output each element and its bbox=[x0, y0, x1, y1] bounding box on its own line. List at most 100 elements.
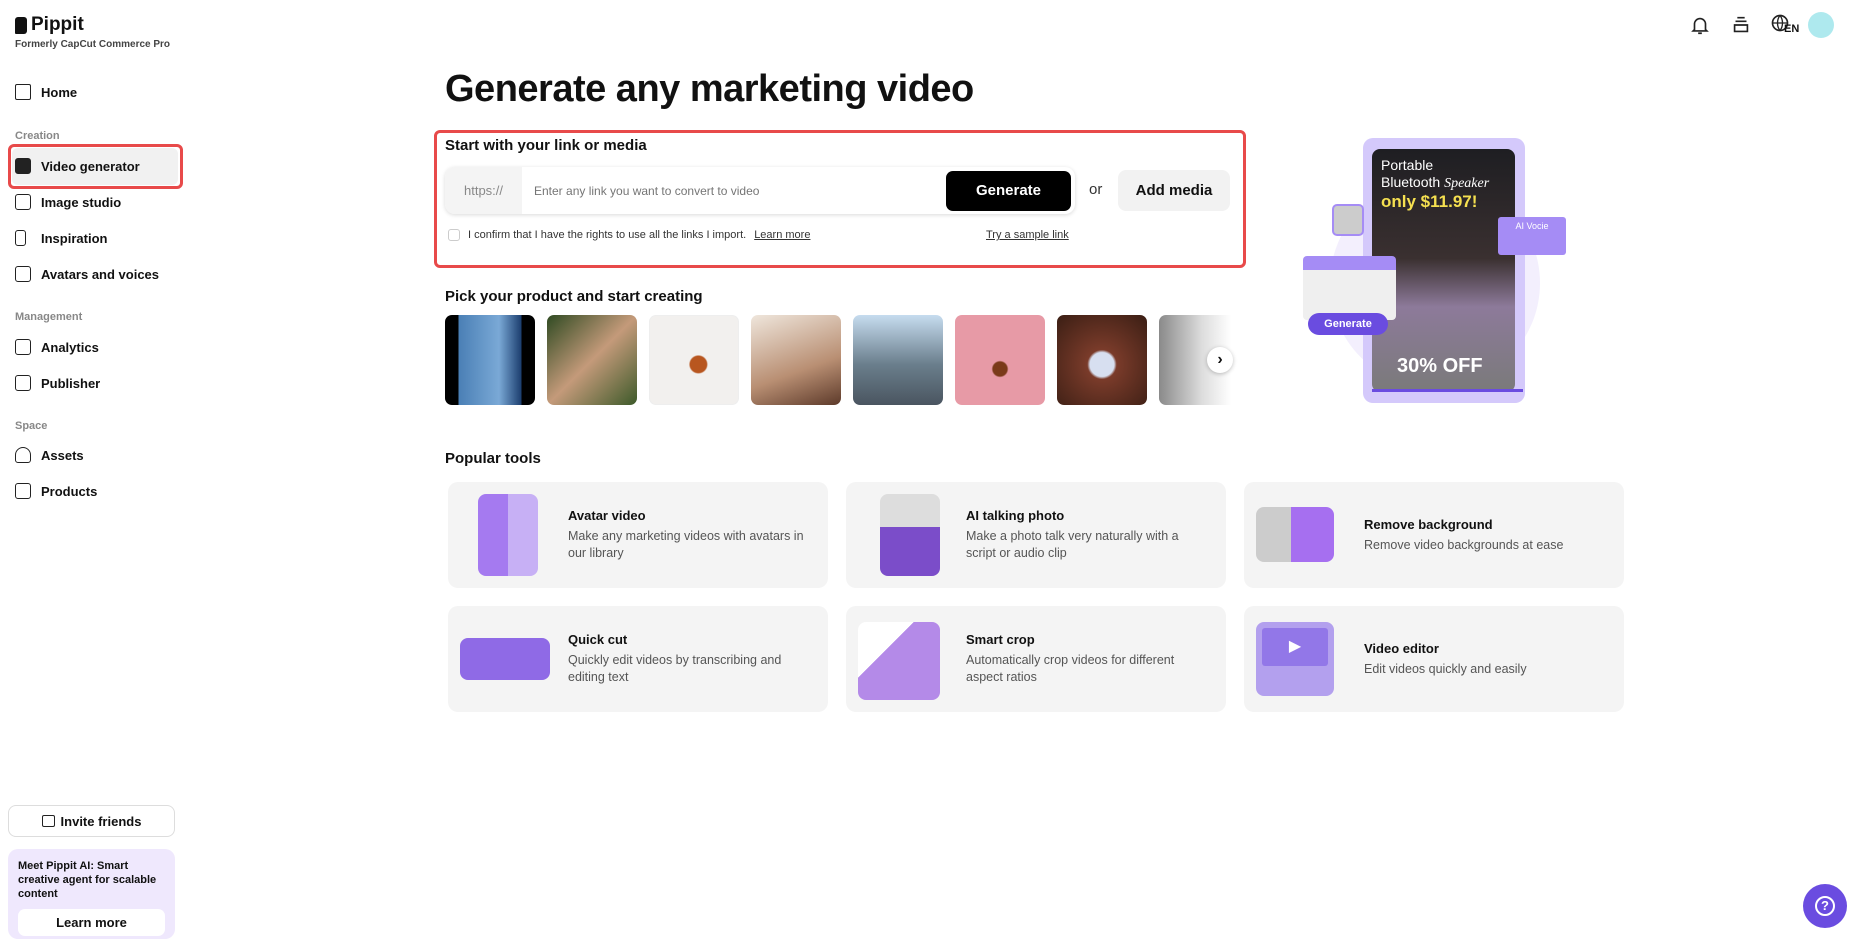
add-media-button[interactable]: Add media bbox=[1118, 170, 1230, 211]
label: Analytics bbox=[41, 339, 99, 355]
bag-icon bbox=[15, 483, 31, 499]
label: Home bbox=[41, 84, 78, 100]
section-space: Space bbox=[15, 420, 48, 432]
sidebar-item-products[interactable]: Products bbox=[15, 480, 97, 502]
label: Products bbox=[41, 483, 98, 499]
tool-card-ai-talking-photo[interactable]: AI talking photo Make a photo talk very n… bbox=[846, 482, 1226, 588]
smart-crop-art bbox=[858, 622, 940, 700]
learn-more-link[interactable]: Learn more bbox=[754, 229, 810, 241]
invite-friends-button[interactable]: Invite friends bbox=[8, 805, 175, 837]
try-sample-link[interactable]: Try a sample link bbox=[986, 229, 1069, 241]
brand-tagline: Formerly CapCut Commerce Pro bbox=[15, 39, 171, 50]
tool-title: Quick cut bbox=[568, 632, 628, 647]
tool-desc: Make any marketing videos with avatars i… bbox=[568, 529, 804, 560]
logo[interactable]: Pippit bbox=[15, 14, 84, 36]
chevron-right-icon: › bbox=[1217, 351, 1223, 368]
products-heading: Pick your product and start creating bbox=[445, 288, 703, 305]
quick-cut-art bbox=[460, 638, 550, 680]
tool-desc: Quickly edit videos by transcribing and … bbox=[568, 653, 782, 684]
sidebar-item-assets[interactable]: Assets bbox=[15, 444, 84, 466]
label: Inspiration bbox=[41, 230, 108, 246]
tool-card-avatar-video[interactable]: Avatar video Make any marketing videos wi… bbox=[448, 482, 828, 588]
product-thumbnail[interactable] bbox=[853, 315, 943, 405]
tool-card-smart-crop[interactable]: Smart crop Automatically crop videos for … bbox=[846, 606, 1226, 712]
link-card bbox=[1303, 256, 1396, 320]
tool-card-video-editor[interactable]: ▶ Video editor Edit videos quickly and ea… bbox=[1244, 606, 1624, 712]
tool-card-quick-cut[interactable]: Quick cut Quickly edit videos by transcri… bbox=[448, 606, 828, 712]
avatar-video-art bbox=[478, 494, 538, 576]
product-thumbnail[interactable] bbox=[751, 315, 841, 405]
sidebar-item-avatars-voices[interactable]: Avatars and voices bbox=[15, 263, 159, 285]
confirm-checkbox[interactable] bbox=[448, 229, 460, 241]
url-prefix: https:// bbox=[445, 167, 522, 214]
product-thumbnail[interactable] bbox=[547, 315, 637, 405]
image-plus-icon bbox=[15, 194, 31, 210]
popular-tools-heading: Popular tools bbox=[445, 450, 541, 467]
tool-title: Smart crop bbox=[966, 632, 1035, 647]
brand-name: Pippit bbox=[31, 14, 84, 35]
sidebar: Pippit Formerly CapCut Commerce Pro Home… bbox=[0, 0, 190, 944]
calendar-icon bbox=[15, 375, 31, 391]
hero-discount: 30% OFF bbox=[1397, 355, 1483, 377]
product-thumbnail[interactable] bbox=[1057, 315, 1147, 405]
link-section-heading: Start with your link or media bbox=[445, 137, 647, 154]
tool-title: Video editor bbox=[1364, 640, 1439, 656]
avatar-icon bbox=[15, 266, 31, 282]
ai-voice-label: AI Vocie bbox=[1515, 221, 1549, 231]
label: Assets bbox=[41, 447, 84, 463]
headphones-thumb bbox=[1332, 204, 1364, 236]
tool-title: Avatar video bbox=[568, 508, 646, 523]
tool-title: AI talking photo bbox=[966, 508, 1065, 523]
label: Invite friends bbox=[60, 813, 142, 829]
label: Avatars and voices bbox=[41, 266, 160, 282]
section-management: Management bbox=[15, 311, 83, 323]
tool-desc: Remove video backgrounds at ease bbox=[1364, 537, 1564, 552]
sidebar-item-home[interactable]: Home bbox=[15, 81, 77, 103]
next-arrow-button[interactable]: › bbox=[1207, 347, 1233, 373]
gift-icon bbox=[41, 815, 55, 827]
learn-more-button[interactable]: Learn more bbox=[18, 909, 165, 936]
language-code: EN bbox=[1784, 23, 1800, 35]
link-input[interactable] bbox=[522, 183, 946, 198]
sidebar-item-publisher[interactable]: Publisher bbox=[15, 372, 100, 394]
tool-desc: Edit videos quickly and easily bbox=[1364, 661, 1527, 676]
sidebar-item-analytics[interactable]: Analytics bbox=[15, 336, 99, 358]
or-label: or bbox=[1089, 181, 1103, 198]
user-avatar[interactable] bbox=[1808, 12, 1834, 38]
product-thumbnail[interactable] bbox=[955, 315, 1045, 405]
pippit-ai-promo: Meet Pippit AI: Smart creative agent for… bbox=[8, 849, 175, 939]
sidebar-item-inspiration[interactable]: Inspiration bbox=[15, 227, 107, 249]
sidebar-item-video-generator[interactable]: Video generator bbox=[15, 155, 140, 177]
talking-photo-art bbox=[880, 494, 940, 576]
help-button[interactable]: ? bbox=[1803, 884, 1847, 928]
label: Image studio bbox=[41, 194, 122, 210]
product-thumbnail[interactable] bbox=[649, 315, 739, 405]
analytics-icon bbox=[15, 339, 31, 355]
label: Video generator bbox=[41, 158, 140, 174]
page-title: Generate any marketing video bbox=[445, 68, 974, 110]
play-icon: ▶ bbox=[1262, 628, 1328, 666]
tool-card-remove-background[interactable]: Remove background Remove video background… bbox=[1244, 482, 1624, 588]
generate-button[interactable]: Generate bbox=[946, 170, 1071, 211]
bell-icon[interactable] bbox=[1689, 14, 1711, 36]
promo-bold: Meet Pippit AI: bbox=[18, 860, 94, 872]
hero-line1: Portable bbox=[1381, 157, 1434, 173]
hero-generate-pill: Generate bbox=[1308, 313, 1388, 335]
sidebar-item-image-studio[interactable]: Image studio bbox=[15, 191, 121, 213]
language-selector[interactable]: EN bbox=[1770, 13, 1802, 37]
section-creation: Creation bbox=[15, 130, 60, 142]
video-editor-art: ▶ bbox=[1256, 622, 1334, 696]
label: Publisher bbox=[41, 375, 101, 391]
home-icon bbox=[15, 84, 31, 100]
tool-title: Remove background bbox=[1364, 516, 1493, 532]
hero-illustration: Portable Bluetooth Speaker only $11.97! … bbox=[1300, 138, 1580, 406]
help-icon: ? bbox=[1815, 896, 1835, 916]
confirm-text: I confirm that I have the rights to use … bbox=[468, 229, 747, 241]
video-plus-icon bbox=[15, 158, 31, 174]
hero-price: only $11.97! bbox=[1381, 192, 1478, 211]
cloud-icon bbox=[15, 447, 31, 463]
stack-icon[interactable] bbox=[1730, 14, 1752, 36]
tool-desc: Make a photo talk very naturally with a … bbox=[966, 529, 1179, 560]
product-thumbnail[interactable] bbox=[445, 315, 535, 405]
link-input-group: https:// Generate bbox=[445, 167, 1075, 214]
